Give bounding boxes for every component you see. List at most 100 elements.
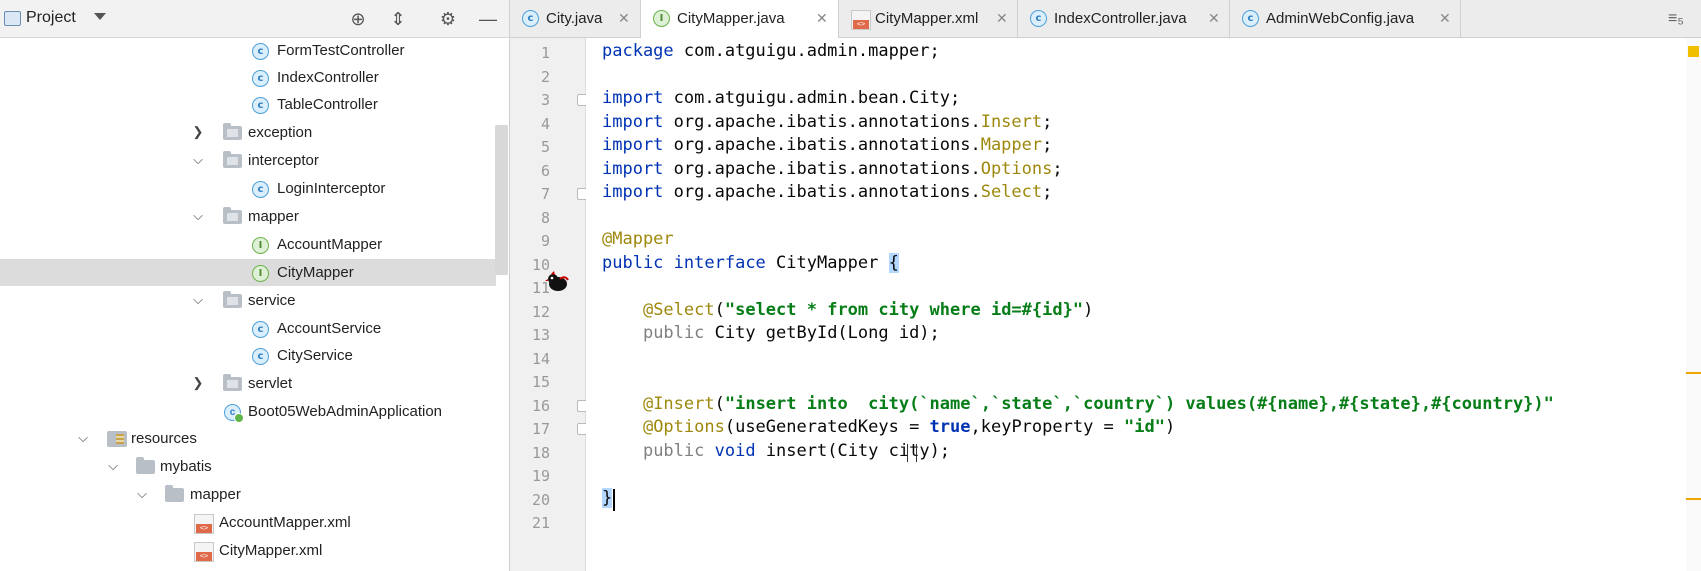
- close-icon[interactable]: ✕: [816, 10, 828, 27]
- keyword: import: [602, 112, 664, 132]
- warning-marker[interactable]: [1686, 372, 1701, 374]
- code-line-6[interactable]: import org.apache.ibatis.annotations.Opt…: [602, 159, 1063, 179]
- tree-item-mapper-folder[interactable]: ⌵ mapper: [0, 481, 496, 508]
- tree-item-exception[interactable]: ❯ exception: [0, 119, 496, 146]
- line-number: 3: [540, 91, 550, 109]
- line-number: 16: [531, 397, 550, 415]
- keyword: public: [642, 441, 705, 461]
- code-line-12[interactable]: @Select("select * from city where id=#{i…: [602, 300, 1093, 320]
- tree-item-boot05webadminapplication[interactable]: c Boot05WebAdminApplication: [0, 398, 496, 425]
- annotation-name: Mapper: [980, 135, 1043, 155]
- tree-item-label: AccountMapper.xml: [219, 514, 351, 531]
- tree-item-label: service: [248, 292, 296, 309]
- tree-item-accountmapper[interactable]: I AccountMapper: [0, 231, 496, 258]
- chevron-down-icon[interactable]: ⌵: [135, 487, 149, 501]
- line-number: 17: [531, 420, 550, 438]
- project-scrollbar[interactable]: [495, 125, 508, 275]
- tree-item-formtestcontroller[interactable]: c FormTestController: [0, 37, 496, 64]
- tab-citymapper-xml[interactable]: CityMapper.xml ✕: [839, 0, 1018, 37]
- tree-item-interceptor[interactable]: ⌵ interceptor: [0, 147, 496, 174]
- tree-item-label: interceptor: [248, 152, 319, 169]
- keyword: void: [714, 441, 756, 461]
- tree-item-indexcontroller[interactable]: c IndexController: [0, 64, 496, 91]
- project-view-title[interactable]: Project: [26, 9, 76, 27]
- mybatis-bird-icon[interactable]: [545, 271, 569, 293]
- code-line-17[interactable]: @Options(useGeneratedKeys = true,keyProp…: [602, 417, 1175, 437]
- editor-gutter: 1 2 3 4 5 6 7 8 9 10 11 12 13 14 15 16 1…: [510, 38, 589, 571]
- tree-item-citymapper[interactable]: I CityMapper: [0, 259, 496, 286]
- xml-file-icon: [851, 10, 871, 30]
- code-line-1[interactable]: package com.atguigu.admin.mapper;: [602, 41, 940, 61]
- line-number: 1: [540, 44, 550, 62]
- text-cursor: [613, 489, 615, 511]
- code-text: com.atguigu.admin.mapper;: [673, 41, 940, 61]
- tab-citymapper-java[interactable]: I CityMapper.java ✕: [641, 0, 839, 38]
- chevron-down-icon[interactable]: ⌵: [106, 459, 120, 473]
- code-line-20[interactable]: }: [602, 488, 613, 508]
- tree-item-label: LoginInterceptor: [277, 180, 386, 197]
- code-line-5[interactable]: import org.apache.ibatis.annotations.Map…: [602, 135, 1052, 155]
- code-line-10[interactable]: public interface CityMapper {: [602, 253, 899, 273]
- chevron-down-icon[interactable]: ⌵: [191, 209, 205, 223]
- code-line-3[interactable]: import com.atguigu.admin.bean.City;: [602, 88, 960, 108]
- tree-item-service[interactable]: ⌵ service: [0, 287, 496, 314]
- tab-adminwebconfig-java[interactable]: c AdminWebConfig.java ✕: [1230, 0, 1461, 37]
- code-line-7[interactable]: import org.apache.ibatis.annotations.Sel…: [602, 182, 1052, 202]
- tree-item-mapper-package[interactable]: ⌵ mapper: [0, 203, 496, 230]
- code-editor[interactable]: package com.atguigu.admin.mapper; import…: [586, 38, 1686, 571]
- gear-icon[interactable]: ⚙: [437, 8, 459, 30]
- tree-item-servlet[interactable]: ❯ servlet: [0, 370, 496, 397]
- tree-item-accountservice[interactable]: c AccountService: [0, 315, 496, 342]
- class-icon: c: [522, 10, 539, 27]
- string-literal: "id": [1124, 417, 1165, 437]
- tab-indexcontroller-java[interactable]: c IndexController.java ✕: [1018, 0, 1230, 37]
- close-icon[interactable]: ✕: [618, 10, 630, 27]
- tree-item-accountmapper-xml[interactable]: AccountMapper.xml: [0, 509, 496, 536]
- tree-item-label: CityMapper: [277, 264, 354, 281]
- tab-city-java[interactable]: c City.java ✕: [510, 0, 641, 37]
- chevron-down-icon[interactable]: ⌵: [76, 431, 90, 445]
- line-number: 9: [540, 232, 550, 250]
- folder-icon: [136, 457, 155, 474]
- package-folder-icon: [223, 151, 242, 168]
- close-icon[interactable]: ✕: [1439, 10, 1451, 27]
- chevron-down-icon[interactable]: ⌵: [191, 153, 205, 167]
- tab-label: CityMapper.java: [677, 10, 785, 27]
- code-line-13[interactable]: public City getById(Long id);: [602, 323, 940, 343]
- folder-icon: [165, 485, 184, 502]
- chevron-right-icon[interactable]: ❯: [191, 376, 205, 390]
- code-line-4[interactable]: import org.apache.ibatis.annotations.Ins…: [602, 112, 1052, 132]
- code-line-18[interactable]: public void insert(City city);: [602, 441, 950, 461]
- line-number: 12: [531, 303, 550, 321]
- error-stripe[interactable]: [1686, 38, 1701, 571]
- class-icon: c: [252, 97, 269, 114]
- warning-marker[interactable]: [1688, 46, 1699, 57]
- close-icon[interactable]: ✕: [1208, 10, 1220, 27]
- annotation: @Mapper: [602, 229, 674, 249]
- tree-item-label: Boot05WebAdminApplication: [248, 403, 443, 420]
- tree-item-logininterceptor[interactable]: c LoginInterceptor: [0, 175, 496, 202]
- keyword: package: [602, 41, 674, 61]
- tab-label: City.java: [546, 10, 603, 27]
- tree-item-citymapper-xml[interactable]: CityMapper.xml: [0, 537, 496, 564]
- line-number: 7: [540, 185, 550, 203]
- code-text: com.atguigu.admin.bean.City;: [663, 88, 961, 108]
- tree-item-resources[interactable]: ⌵ resources: [0, 425, 496, 452]
- locate-icon[interactable]: ⊕: [347, 8, 369, 30]
- chevron-down-icon[interactable]: ⌵: [191, 293, 205, 307]
- line-number: 14: [531, 350, 550, 368]
- close-icon[interactable]: ✕: [996, 10, 1008, 27]
- chevron-down-icon[interactable]: [94, 13, 106, 20]
- tree-item-tablecontroller[interactable]: c TableController: [0, 91, 496, 118]
- minimize-icon[interactable]: —: [477, 8, 499, 30]
- tab-overflow-menu[interactable]: ≡₅: [1668, 10, 1684, 28]
- collapse-all-icon[interactable]: ⇕: [387, 8, 409, 30]
- code-line-16[interactable]: @Insert("insert into city(`name`,`state`…: [602, 394, 1554, 414]
- class-icon: c: [252, 321, 269, 338]
- tree-item-cityservice[interactable]: c CityService: [0, 342, 496, 369]
- tree-item-mybatis[interactable]: ⌵ mybatis: [0, 453, 496, 480]
- chevron-right-icon[interactable]: ❯: [191, 125, 205, 139]
- code-line-9[interactable]: @Mapper: [602, 229, 674, 249]
- warning-marker[interactable]: [1686, 498, 1701, 500]
- class-icon: c: [252, 181, 269, 198]
